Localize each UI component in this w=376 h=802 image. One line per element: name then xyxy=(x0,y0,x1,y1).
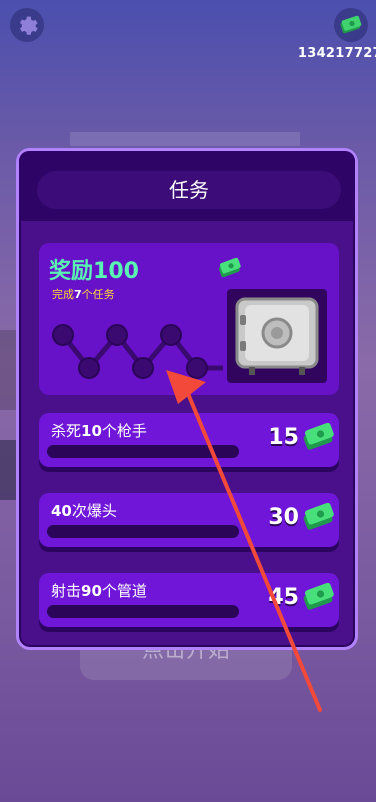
progress-node xyxy=(186,357,208,379)
background-shelf xyxy=(70,132,300,146)
task-label: 射击90个管道 xyxy=(51,580,147,601)
cash-count: 134217727 xyxy=(297,46,376,61)
task-progress-bar xyxy=(47,605,239,618)
cash-icon xyxy=(303,582,334,610)
reward-subtitle: 完成7个任务 xyxy=(52,286,115,302)
progress-node xyxy=(160,324,182,346)
background-strip-left-lower xyxy=(0,440,16,500)
task-reward: 30 xyxy=(268,505,299,530)
reward-amount: 100 xyxy=(93,259,139,284)
task-label: 40次爆头 xyxy=(51,500,117,521)
cash-indicator xyxy=(334,8,368,42)
progress-node xyxy=(52,324,74,346)
reward-sub-count: 7 xyxy=(74,288,82,301)
progress-node xyxy=(78,357,100,379)
progress-node xyxy=(132,357,154,379)
task-suffix: 个枪手 xyxy=(101,422,147,440)
task-reward: 45 xyxy=(268,585,299,610)
reward-progress-nodes xyxy=(52,324,223,379)
task-item-headshot[interactable]: 40次爆头 30 xyxy=(39,493,339,547)
gear-icon xyxy=(19,16,38,35)
task-label: 杀死10个枪手 xyxy=(51,420,147,441)
reward-title: 奖励100 xyxy=(49,253,139,285)
panel-header: 任务 xyxy=(19,151,355,221)
task-progress-bar xyxy=(47,445,239,458)
task-progress-bar xyxy=(47,525,239,538)
reward-sub-prefix: 完成 xyxy=(52,288,74,301)
task-count: 40 xyxy=(51,502,72,520)
task-prefix: 射击 xyxy=(51,582,82,600)
cash-icon xyxy=(303,422,334,450)
reward-card[interactable]: 奖励100 完成7个任务 xyxy=(39,243,339,395)
safe-container xyxy=(227,289,327,383)
task-item-kill[interactable]: 杀死10个枪手 15 xyxy=(39,413,339,467)
task-item-pipes[interactable]: 射击90个管道 45 xyxy=(39,573,339,627)
safe-icon xyxy=(235,297,319,375)
task-count: 10 xyxy=(81,422,102,440)
task-count: 90 xyxy=(81,582,102,600)
task-suffix: 次爆头 xyxy=(71,502,117,520)
background-strip-left xyxy=(0,330,16,410)
task-reward: 15 xyxy=(268,425,299,450)
task-suffix: 个管道 xyxy=(101,582,147,600)
reward-label: 奖励 xyxy=(49,259,94,284)
task-prefix: 杀死 xyxy=(51,422,82,440)
cash-icon xyxy=(303,502,334,530)
panel-title: 任务 xyxy=(37,171,341,209)
cash-icon xyxy=(340,15,362,34)
progress-node xyxy=(106,324,128,346)
tasks-panel: 任务 奖励100 完成7个任务 杀死10个枪手 15 40次爆头 30 射击90… xyxy=(16,148,358,650)
reward-sub-suffix: 个任务 xyxy=(81,288,115,301)
cash-icon xyxy=(218,257,241,278)
settings-button[interactable] xyxy=(10,8,44,42)
